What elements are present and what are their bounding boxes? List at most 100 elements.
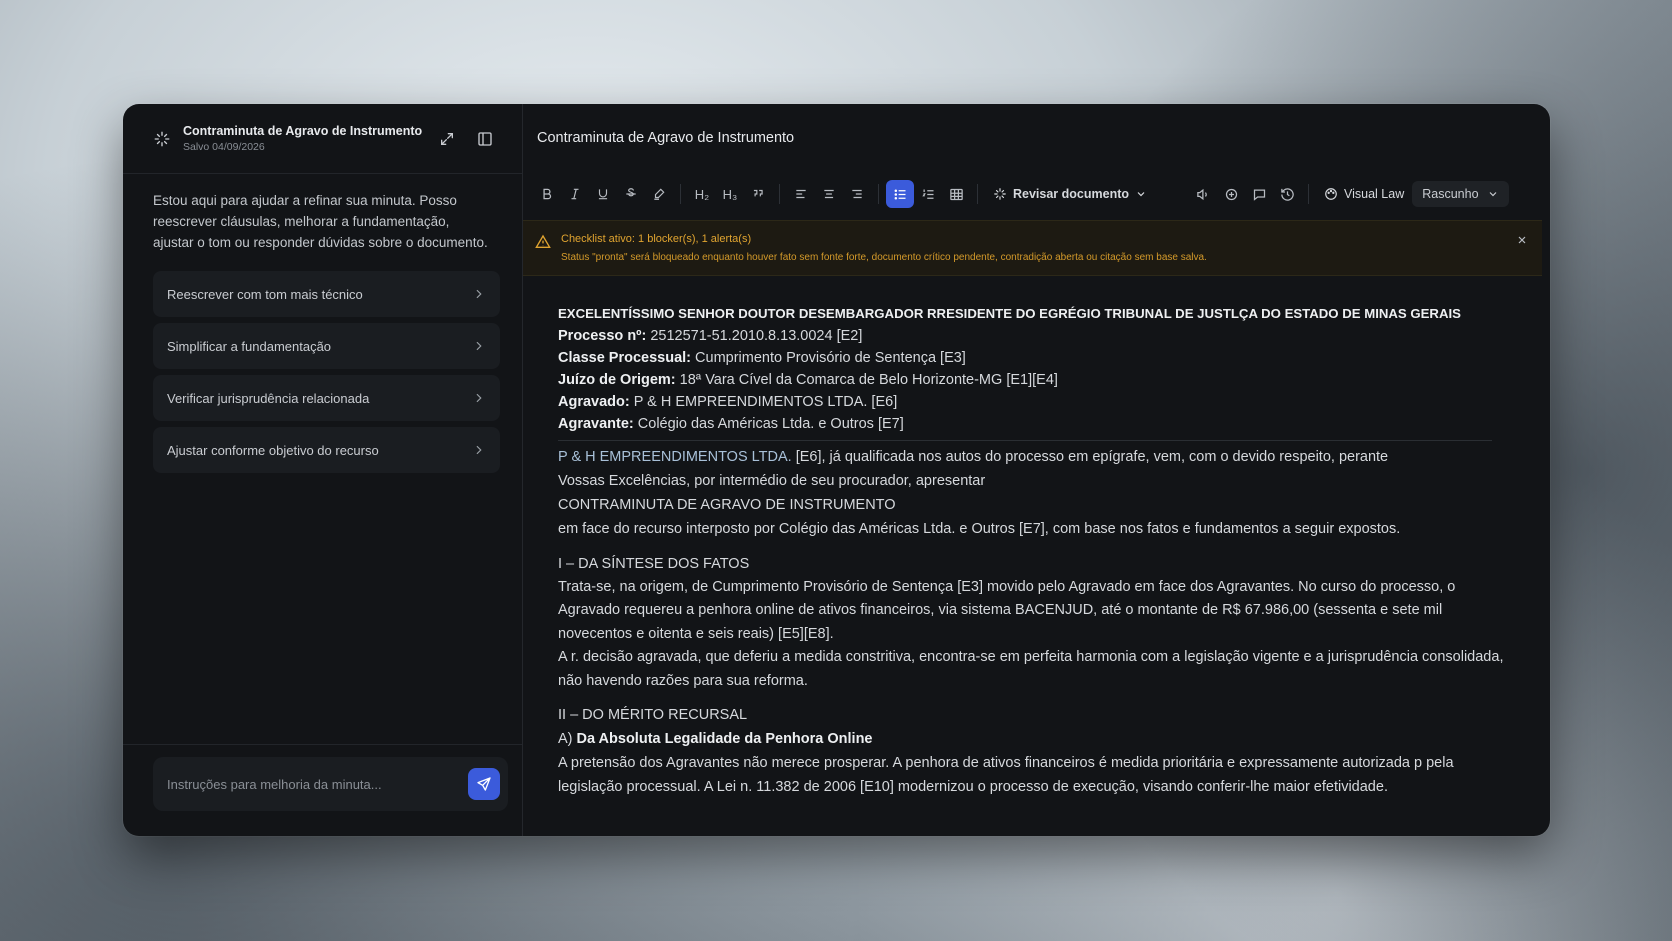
status-select[interactable]: Rascunho	[1412, 181, 1509, 207]
suggestion-label: Simplificar a fundamentação	[167, 338, 332, 354]
align-left-icon	[796, 189, 806, 199]
instruction-input[interactable]	[167, 776, 468, 792]
alert-message: Status "pronta" será bloqueado enquanto …	[561, 252, 1207, 263]
assistant-doc-title: Contraminuta de Agravo de Instrumento	[183, 124, 423, 138]
table-icon	[949, 188, 963, 200]
table-button[interactable]	[942, 180, 970, 208]
sparkle-icon	[154, 131, 170, 146]
field-appellee: Agravado: P & H EMPREENDIMENTOS LTDA. [E…	[558, 391, 1520, 413]
highlight-button[interactable]	[645, 180, 673, 208]
expand-button[interactable]	[432, 124, 462, 154]
speaker-icon	[1196, 188, 1207, 200]
layers-icon	[1225, 188, 1237, 200]
field-value: Colégio das Américas Ltda. e Outros [E7]	[633, 416, 904, 432]
highlighter-icon	[654, 188, 665, 200]
palette-icon	[1325, 188, 1337, 200]
app-window: Contraminuta de Agravo de Instrumento Sa…	[123, 104, 1550, 836]
toolbar-divider	[779, 184, 780, 204]
audio-button[interactable]	[1189, 180, 1217, 208]
quote-icon	[753, 189, 763, 197]
intro-line3: em face do recurso interposto por Colégi…	[558, 521, 1401, 537]
suggestion-adjust-objective[interactable]: Ajustar conforme objetivo do recurso	[153, 427, 500, 473]
align-right-button[interactable]	[843, 180, 871, 208]
document-type: CONTRAMINUTA DE AGRAVO DE INSTRUMENTO	[558, 497, 896, 513]
field-process: Processo nº: 2512571-51.2010.8.13.0024 […	[558, 325, 1520, 347]
send-button[interactable]	[468, 768, 500, 800]
quote-button[interactable]	[744, 180, 772, 208]
toolbar-divider	[680, 184, 681, 204]
bullet-list-button[interactable]	[886, 180, 914, 208]
expand-icon	[441, 132, 453, 145]
toggle-sidebar-button[interactable]	[470, 124, 500, 154]
section2-title: II – DO MÉRITO RECURSAL	[558, 707, 748, 723]
visual-law-button[interactable]: Visual Law	[1316, 187, 1412, 201]
suggestion-technical-tone[interactable]: Reescrever com tom mais técnico	[153, 271, 500, 317]
subtitle-text: Da Absoluta Legalidade da Penhora Online	[576, 731, 873, 747]
field-value: P & H EMPREENDIMENTOS LTDA. [E6]	[629, 394, 898, 410]
toolbar-divider	[977, 184, 978, 204]
numbered-list-button[interactable]	[914, 180, 942, 208]
close-icon[interactable]	[1516, 234, 1528, 246]
field-label: Processo nº:	[558, 328, 647, 344]
instruction-box	[153, 757, 508, 811]
section2-subtitle: A) Da Absoluta Legalidade da Penhora Onl…	[558, 727, 1520, 752]
compare-button[interactable]	[1217, 180, 1245, 208]
bullet-list-icon	[894, 189, 905, 199]
field-label: Classe Processual:	[558, 350, 691, 366]
align-right-icon	[852, 189, 862, 199]
align-left-button[interactable]	[787, 180, 815, 208]
field-value: Cumprimento Provisório de Sentença [E3]	[691, 350, 966, 366]
chevron-right-icon	[476, 445, 482, 455]
status-select-value: Rascunho	[1422, 187, 1479, 201]
strikethrough-button[interactable]	[617, 180, 645, 208]
suggestion-label: Ajustar conforme objetivo do recurso	[167, 442, 379, 458]
history-icon	[1280, 187, 1294, 201]
bold-button[interactable]	[533, 180, 561, 208]
suggestion-label: Reescrever com tom mais técnico	[167, 286, 363, 302]
italic-icon	[571, 188, 579, 200]
field-label: Agravante:	[558, 416, 634, 432]
heading2-button[interactable]: H₂	[688, 180, 716, 208]
field-origin: Juízo de Origem: 18ª Vara Cível da Comar…	[558, 369, 1520, 391]
review-document-button[interactable]: Revisar documento	[985, 187, 1155, 201]
section1-title: I – DA SÍNTESE DOS FATOS	[558, 555, 750, 572]
sparkle-icon	[994, 188, 1006, 200]
section1-paragraph1: Trata-se, na origem, de Cumprimento Prov…	[558, 578, 1456, 642]
comment-icon	[1253, 189, 1265, 201]
chevron-down-icon	[1489, 192, 1496, 197]
suggestion-label: Verificar jurisprudência relacionada	[167, 390, 370, 406]
suggestion-simplify[interactable]: Simplificar a fundamentação	[153, 323, 500, 369]
align-center-icon	[824, 189, 834, 199]
assistant-panel: Contraminuta de Agravo de Instrumento Sa…	[123, 104, 523, 836]
align-center-button[interactable]	[815, 180, 843, 208]
suggestion-jurisprudence[interactable]: Verificar jurisprudência relacionada	[153, 375, 500, 421]
editor-toolbar: H₂ H₃ Revisar documento Visual Law Rascu…	[523, 172, 1550, 216]
comments-button[interactable]	[1245, 180, 1273, 208]
field-label: Agravado:	[558, 394, 630, 410]
section2-paragraph1: A pretensão dos Agravantes não merece pr…	[558, 755, 1454, 795]
addressee: EXCELENTÍSSIMO SENHOR DOUTOR DESEMBARGAD…	[558, 306, 1461, 321]
heading3-button[interactable]: H₃	[716, 180, 744, 208]
assistant-header: Contraminuta de Agravo de Instrumento Sa…	[123, 104, 522, 174]
checklist-alert: Checklist ativo: 1 blocker(s), 1 alerta(…	[523, 220, 1542, 276]
suggestion-list: Reescrever com tom mais técnico Simplifi…	[123, 253, 522, 479]
intro-paragraph: P & H EMPREENDIMENTOS LTDA. [E6], já qua…	[558, 446, 1520, 470]
party-name: P & H EMPREENDIMENTOS LTDA.	[558, 449, 792, 465]
chevron-right-icon	[476, 289, 482, 299]
underline-button[interactable]	[589, 180, 617, 208]
assistant-intro: Estou aqui para ajudar a refinar sua min…	[153, 193, 488, 250]
intro-line2: Vossas Excelências, por intermédio de se…	[558, 472, 986, 489]
editor-panel: Contraminuta de Agravo de Instrumento H₂…	[523, 104, 1550, 836]
field-class: Classe Processual: Cumprimento Provisóri…	[558, 347, 1520, 369]
warning-icon	[535, 234, 551, 248]
sidebar-panel-icon	[478, 131, 492, 146]
review-document-label: Revisar documento	[1013, 187, 1130, 201]
history-button[interactable]	[1273, 180, 1301, 208]
section1-paragraph2: A r. decisão agravada, que deferiu a med…	[558, 649, 1504, 689]
italic-button[interactable]	[561, 180, 589, 208]
numbered-list-icon	[921, 189, 933, 199]
chevron-down-icon	[1137, 192, 1145, 197]
document-body[interactable]: EXCELENTÍSSIMO SENHOR DOUTOR DESEMBARGAD…	[523, 276, 1550, 836]
